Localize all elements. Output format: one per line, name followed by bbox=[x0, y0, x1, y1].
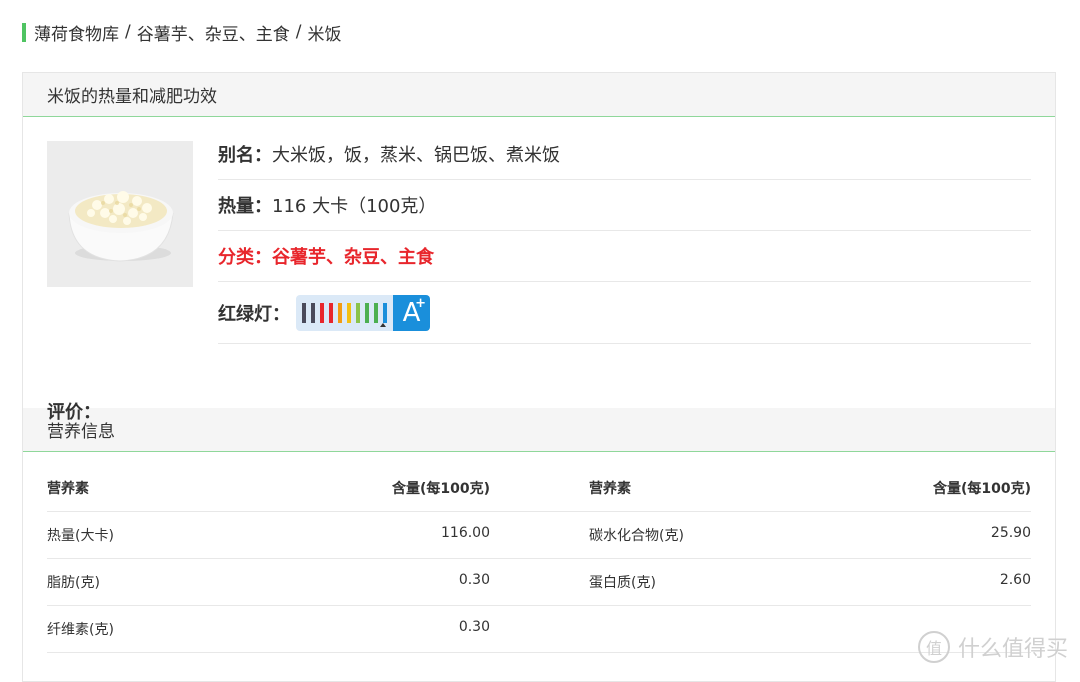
breadcrumb: 薄荷食物库 / 谷薯芋、杂豆、主食 / 米饭 bbox=[22, 20, 342, 45]
traffic-light-label: 红绿灯： bbox=[218, 303, 290, 325]
nutrient-name: 蛋白质(克) bbox=[589, 575, 656, 591]
nutrient-name: 热量(大卡) bbox=[47, 528, 114, 544]
traffic-light-bar bbox=[311, 302, 315, 323]
watermark-logo-icon: 值 bbox=[917, 631, 950, 663]
traffic-light-bar bbox=[338, 302, 342, 323]
alias-value: 大米饭，饭，蒸米、锅巴饭、煮米饭 bbox=[272, 145, 560, 166]
plus-icon: + bbox=[415, 295, 426, 311]
row-right: 蛋白质(克) 2.60 bbox=[589, 572, 1031, 592]
food-detail-card: 米饭的热量和减肥功效 别名： 大米饭，饭，蒸米、锅巴饭、煮米饭 热量： 116 … bbox=[22, 72, 1056, 682]
food-info-area: 别名： 大米饭，饭，蒸米、锅巴饭、煮米饭 热量： 116 大卡（100克） 分类… bbox=[23, 117, 1055, 423]
table-row: 脂肪(克) 0.30 蛋白质(克) 2.60 bbox=[47, 559, 1031, 606]
nutrient-value: 2.60 bbox=[999, 572, 1031, 588]
nutrient-value: 25.90 bbox=[990, 525, 1031, 541]
nutrition-table: 营养素 含量(每100克) 营养素 含量(每100克) 热量(大卡) 116.0… bbox=[47, 465, 1031, 653]
header-amount-right: 含量(每100克) bbox=[932, 481, 1031, 497]
traffic-light-bar bbox=[356, 302, 360, 323]
breadcrumb-separator: / bbox=[125, 22, 131, 42]
traffic-light-bar bbox=[302, 302, 306, 323]
traffic-light-bar bbox=[347, 302, 351, 323]
watermark: 值 什么值得买 bbox=[917, 631, 1068, 663]
nutrition-section-title: 营养信息 bbox=[23, 408, 1055, 452]
traffic-light-bar bbox=[365, 302, 369, 323]
row-left: 纤维素(克) 0.30 bbox=[47, 619, 490, 639]
header-nutrient-right: 营养素 bbox=[589, 481, 631, 497]
alias-row: 别名： 大米饭，饭，蒸米、锅巴饭、煮米饭 bbox=[218, 129, 1031, 180]
rating-label: 评价： bbox=[47, 402, 101, 423]
breadcrumb-separator: / bbox=[295, 22, 302, 42]
traffic-light-bar bbox=[329, 302, 333, 323]
breadcrumb-accent-bar bbox=[22, 22, 26, 42]
table-row: 热量(大卡) 116.00 碳水化合物(克) 25.90 bbox=[47, 512, 1031, 559]
traffic-light-bars bbox=[296, 294, 393, 331]
nutrient-name: 碳水化合物(克) bbox=[589, 528, 684, 544]
nutrient-name: 纤维素(克) bbox=[47, 622, 114, 638]
category-link[interactable]: 谷薯芋、杂豆、主食 bbox=[272, 243, 434, 269]
food-info-list: 别名： 大米饭，饭，蒸米、锅巴饭、煮米饭 热量： 116 大卡（100克） 分类… bbox=[218, 129, 1031, 344]
row-right: 碳水化合物(克) 25.90 bbox=[589, 525, 1031, 545]
traffic-light-bar bbox=[383, 302, 387, 323]
indicator-pointer-icon bbox=[380, 322, 386, 327]
rice-bowl-image bbox=[47, 141, 193, 287]
traffic-light-grade: A + bbox=[393, 294, 430, 331]
header-left: 营养素 含量(每100克) bbox=[47, 478, 490, 498]
nutrient-value: 116.00 bbox=[441, 525, 490, 541]
header-nutrient-left: 营养素 bbox=[47, 481, 89, 497]
breadcrumb-current: 米饭 bbox=[307, 24, 342, 45]
alias-label: 别名： bbox=[218, 145, 272, 166]
detail-section-title: 米饭的热量和减肥功效 bbox=[23, 73, 1055, 117]
breadcrumb-root-link[interactable]: 薄荷食物库 bbox=[34, 20, 119, 45]
food-image bbox=[47, 141, 193, 287]
calorie-value: 116 大卡（100克） bbox=[272, 196, 437, 217]
header-right: 营养素 含量(每100克) bbox=[589, 478, 1031, 498]
row-left: 脂肪(克) 0.30 bbox=[47, 572, 490, 592]
calorie-label: 热量： bbox=[218, 196, 272, 217]
row-left: 热量(大卡) 116.00 bbox=[47, 525, 490, 545]
traffic-light-bar bbox=[374, 302, 378, 323]
category-label: 分类： bbox=[218, 247, 272, 268]
category-row: 分类： 谷薯芋、杂豆、主食 bbox=[218, 231, 1031, 282]
header-amount-left: 含量(每100克) bbox=[391, 481, 490, 497]
nutrient-value: 0.30 bbox=[458, 572, 490, 588]
traffic-light-indicator: A + bbox=[296, 294, 430, 331]
nutrient-name: 脂肪(克) bbox=[47, 575, 100, 591]
breadcrumb-category-link[interactable]: 谷薯芋、杂豆、主食 bbox=[137, 20, 290, 45]
traffic-light-row: 红绿灯： A + bbox=[218, 282, 1031, 344]
table-row: 纤维素(克) 0.30 bbox=[47, 606, 1031, 653]
nutrient-value: 0.30 bbox=[458, 619, 490, 635]
nutrition-header-row: 营养素 含量(每100克) 营养素 含量(每100克) bbox=[47, 465, 1031, 512]
watermark-text: 什么值得买 bbox=[957, 637, 1068, 662]
traffic-light-bar bbox=[320, 302, 324, 323]
calorie-row: 热量： 116 大卡（100克） bbox=[218, 180, 1031, 231]
